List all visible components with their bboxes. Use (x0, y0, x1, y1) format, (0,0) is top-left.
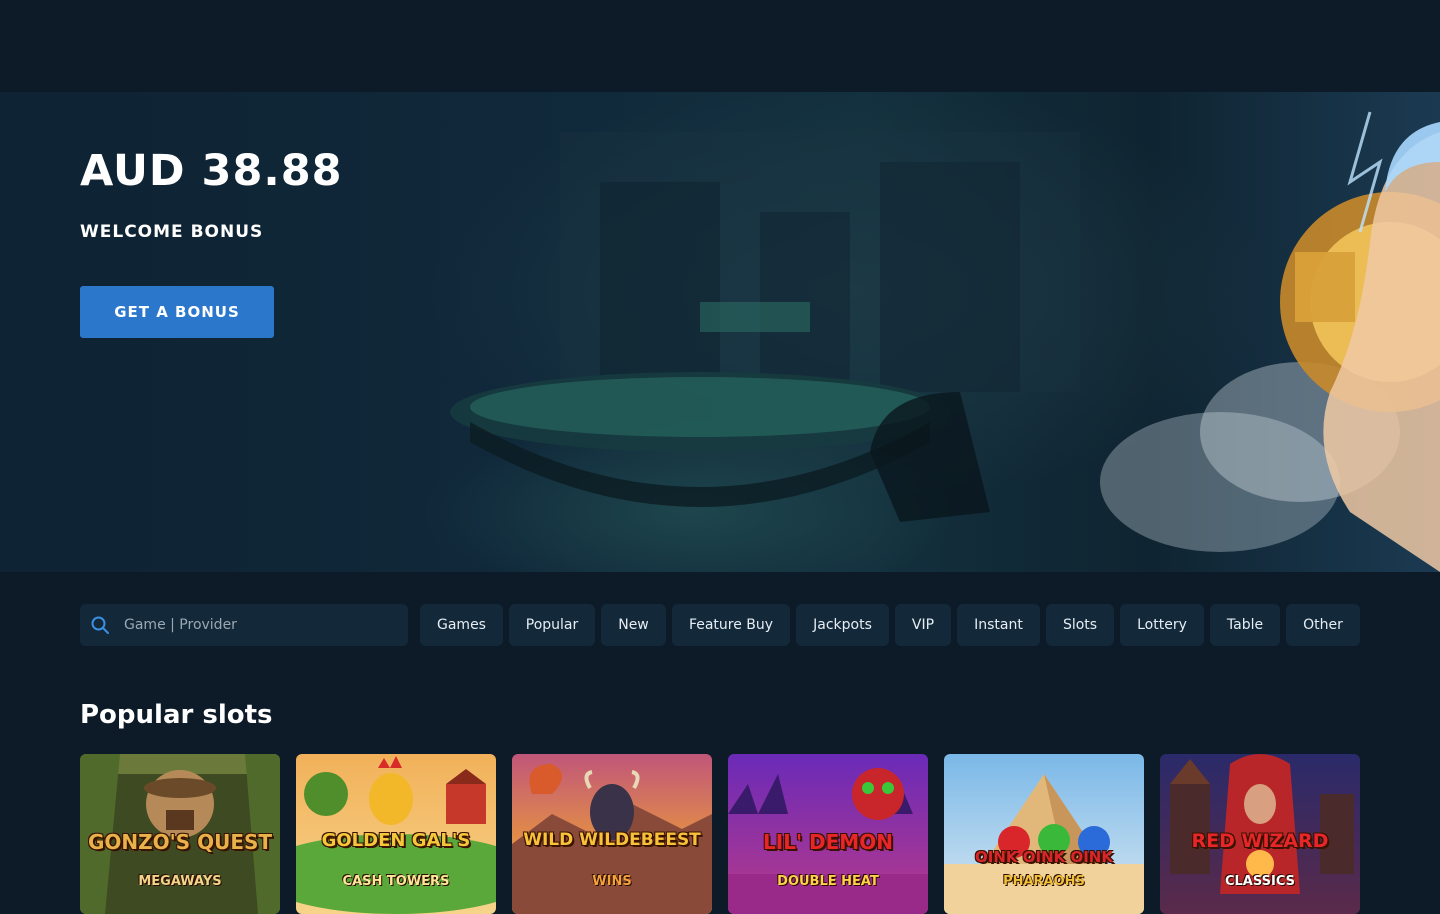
game-thumbnail (944, 754, 1144, 914)
category-chip-slots[interactable]: Slots (1046, 604, 1114, 646)
game-subtitle: MEGAWAYS (138, 874, 222, 889)
category-chip-table[interactable]: Table (1210, 604, 1280, 646)
game-subtitle: WINS (592, 874, 632, 889)
hero-banner: AUD 38.88 WELCOME BONUS GET A BONUS (0, 92, 1440, 572)
section-title: Popular slots (80, 700, 273, 730)
game-subtitle: PHARAOHS (1003, 874, 1085, 889)
game-title: LIL' DEMON (763, 830, 893, 854)
game-card-golden-gals[interactable]: GOLDEN GAL'S CASH TOWERS (296, 754, 496, 914)
bonus-subtitle: WELCOME BONUS (80, 222, 264, 242)
category-chip-jackpots[interactable]: Jackpots (796, 604, 889, 646)
category-chip-instant[interactable]: Instant (957, 604, 1040, 646)
game-card-oink-pharaohs[interactable]: OINK OINK OINK PHARAOHS (944, 754, 1144, 914)
search-icon (91, 616, 109, 634)
game-card-gonzos-quest[interactable]: GONZO'S QUEST MEGAWAYS (80, 754, 280, 914)
category-chip-new[interactable]: New (601, 604, 666, 646)
category-chip-feature-buy[interactable]: Feature Buy (672, 604, 790, 646)
top-navigation-bar (0, 0, 1440, 92)
game-card-wild-wildebeest[interactable]: WILD WILDEBEEST WINS (512, 754, 712, 914)
game-card-lil-demon[interactable]: LIL' DEMON DOUBLE HEAT (728, 754, 928, 914)
category-chip-vip[interactable]: VIP (895, 604, 951, 646)
category-chip-other[interactable]: Other (1286, 604, 1360, 646)
game-title: GOLDEN GAL'S (321, 830, 471, 851)
game-subtitle: CASH TOWERS (342, 874, 450, 889)
game-card-red-wizard[interactable]: RED WIZARD CLASSICS (1160, 754, 1360, 914)
game-title: GONZO'S QUEST (87, 830, 273, 854)
bonus-amount: AUD 38.88 (80, 146, 343, 196)
category-chip-games[interactable]: Games (420, 604, 503, 646)
game-title: WILD WILDEBEEST (523, 830, 701, 850)
game-subtitle: CLASSICS (1224, 874, 1295, 889)
game-title: OINK OINK OINK (975, 848, 1113, 866)
game-subtitle: DOUBLE HEAT (777, 874, 879, 889)
category-chip-popular[interactable]: Popular (509, 604, 595, 646)
get-bonus-button[interactable]: GET A BONUS (80, 286, 274, 338)
game-title: RED WIZARD (1191, 830, 1329, 852)
search-box[interactable] (80, 604, 408, 646)
search-input[interactable] (124, 604, 400, 646)
game-filters-bar: Games Popular New Feature Buy Jackpots V… (80, 604, 1360, 646)
category-chip-lottery[interactable]: Lottery (1120, 604, 1204, 646)
